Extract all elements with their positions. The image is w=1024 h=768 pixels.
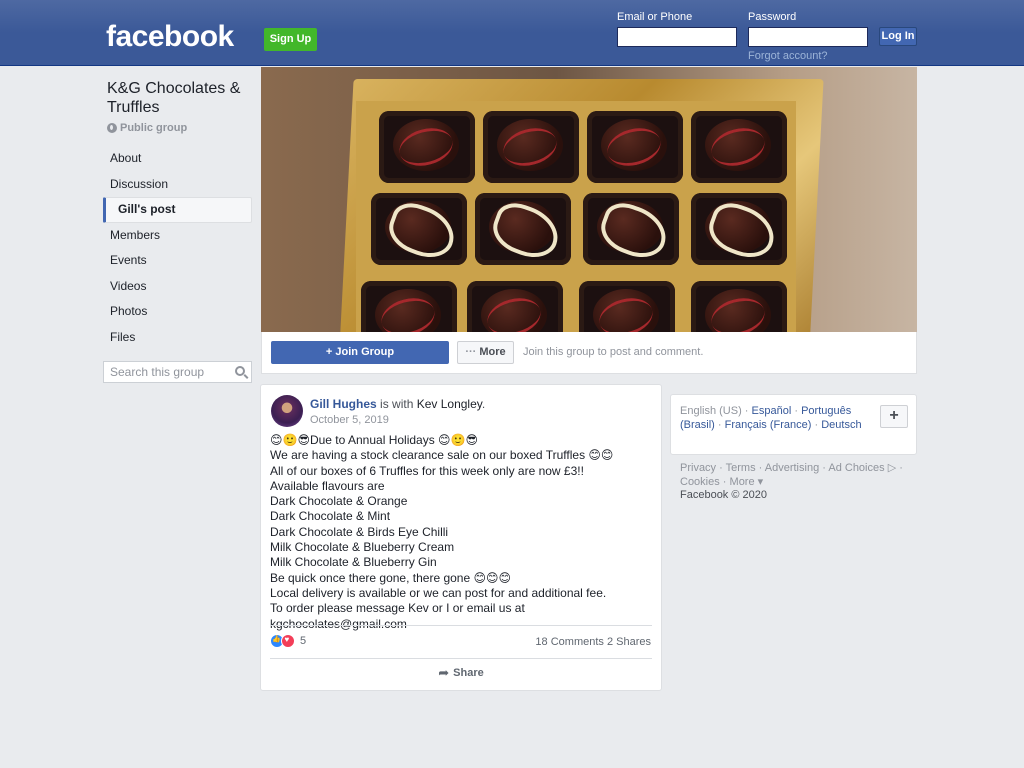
post-counts: 18 Comments 2 Shares [535, 636, 651, 648]
more-button[interactable]: ··· More [457, 341, 514, 364]
truffle [371, 193, 467, 265]
truffle [579, 281, 675, 332]
truffle [467, 281, 563, 332]
footer-link[interactable]: Ad Choices [828, 462, 884, 474]
post-line: Available flavours are [270, 478, 385, 493]
language-card: English (US) · Español · Português (Bras… [670, 394, 917, 455]
post-line: Dark Chocolate & Birds Eye Chilli [270, 524, 449, 539]
post-line: Local delivery is available or we can po… [270, 585, 607, 600]
post-author[interactable]: Gill Hughes [310, 397, 377, 411]
share-label: Share [453, 667, 484, 679]
group-privacy: Public group [107, 122, 187, 134]
group-title[interactable]: K&G Chocolates & Truffles [107, 79, 257, 117]
join-group-label: Join Group [335, 346, 395, 358]
group-nav: About Discussion Gill's post Members Eve… [103, 146, 252, 350]
password-field[interactable] [748, 27, 868, 47]
footer-link[interactable]: More [730, 476, 755, 488]
nav-item-videos[interactable]: Videos [103, 274, 252, 300]
language-list: English (US) · Español · Português (Bras… [680, 405, 862, 431]
post-author-line: Gill Hughes is with Kev Longley. [310, 397, 486, 411]
truffle [587, 111, 683, 183]
post-line: 😊🙂😎Due to Annual Holidays 😊🙂😎 [270, 433, 479, 447]
email-label: Email or Phone [617, 11, 693, 23]
footer-links: Privacy · Terms · Advertising · Ad Choic… [680, 462, 903, 488]
post-tagged-user[interactable]: Kev Longley [417, 397, 482, 411]
log-in-button[interactable]: Log In [879, 27, 917, 46]
nav-item-discussion[interactable]: Discussion [103, 172, 252, 198]
divider [270, 658, 652, 659]
copyright: Facebook © 2020 [680, 489, 767, 501]
current-language: English (US) [680, 405, 742, 417]
reaction-count: 5 [300, 635, 307, 647]
nav-item-files[interactable]: Files [103, 325, 252, 351]
truffle [691, 193, 787, 265]
nav-item-about[interactable]: About [103, 146, 252, 172]
truffle [691, 281, 787, 332]
add-language-button[interactable]: + [880, 405, 908, 428]
author-avatar[interactable] [271, 395, 303, 427]
comments-count[interactable]: 18 Comments [535, 636, 603, 648]
language-link[interactable]: Español [752, 405, 792, 417]
footer-link[interactable]: Terms [726, 462, 756, 474]
search-icon[interactable] [235, 366, 245, 376]
post-line: Dark Chocolate & Mint [270, 509, 391, 524]
share-button[interactable]: ➦ Share [261, 665, 661, 681]
post-date[interactable]: October 5, 2019 [310, 414, 389, 426]
sign-up-button[interactable]: Sign Up [264, 28, 317, 51]
post-line: Be quick once there gone, there gone 😊😊😊 [270, 570, 512, 585]
love-reaction-icon [281, 634, 295, 648]
email-field[interactable] [617, 27, 737, 47]
nav-item-photos[interactable]: Photos [103, 299, 252, 325]
post-line: All of our boxes of 6 Truffles for this … [270, 463, 584, 478]
truffle [691, 111, 787, 183]
post-line: Dark Chocolate & Orange [270, 494, 408, 509]
truffle [361, 281, 457, 332]
group-privacy-label: Public group [120, 122, 188, 134]
reactions-summary[interactable]: 5 [270, 634, 306, 648]
post-line: Milk Chocolate & Blueberry Cream [270, 540, 455, 555]
truffle [583, 193, 679, 265]
nav-item-gills-post[interactable]: Gill's post [103, 197, 252, 223]
join-hint: Join this group to post and comment. [523, 346, 704, 358]
footer-link[interactable]: Privacy [680, 462, 716, 474]
language-link[interactable]: Deutsch [821, 419, 861, 431]
post-line: Milk Chocolate & Blueberry Gin [270, 555, 437, 570]
join-bar: + Join Group ··· More Join this group to… [261, 332, 917, 374]
ad-choices-icon: ▷ [887, 462, 897, 474]
nav-item-events[interactable]: Events [103, 248, 252, 274]
nav-item-members[interactable]: Members [103, 223, 252, 249]
footer-link[interactable]: Advertising [765, 462, 819, 474]
post-line: We are having a stock clearance sale on … [270, 448, 614, 463]
footer-link[interactable]: Cookies [680, 476, 720, 488]
truffle [483, 111, 579, 183]
cover-photo[interactable] [261, 67, 917, 332]
shares-count[interactable]: 2 Shares [607, 636, 651, 648]
language-link[interactable]: Français (France) [725, 419, 812, 431]
password-label: Password [748, 11, 797, 23]
divider [270, 625, 652, 626]
search-group-placeholder: Search this group [110, 365, 205, 379]
search-group-input[interactable]: Search this group [103, 361, 252, 383]
globe-icon [107, 123, 117, 133]
share-icon: ➦ [438, 665, 450, 680]
more-label: More [479, 346, 506, 358]
truffle [475, 193, 571, 265]
post-body: 😊🙂😎Due to Annual Holidays 😊🙂😎 We are hav… [270, 433, 655, 632]
caret-down-icon: ▾ [757, 475, 764, 488]
post-with-text: is with [380, 397, 414, 411]
post-card: Gill Hughes is with Kev Longley. October… [260, 384, 662, 691]
facebook-logo[interactable]: facebook [106, 20, 234, 54]
join-group-button[interactable]: + Join Group [271, 341, 449, 364]
ellipsis-icon: ··· [465, 346, 480, 358]
truffle [379, 111, 475, 183]
plus-icon: + [325, 346, 336, 358]
post-line: To order please message Kev or I or emai… [270, 601, 525, 631]
top-bar: facebook Sign Up Email or Phone Password… [0, 0, 1024, 66]
forgot-account-link[interactable]: Forgot account? [748, 50, 828, 62]
